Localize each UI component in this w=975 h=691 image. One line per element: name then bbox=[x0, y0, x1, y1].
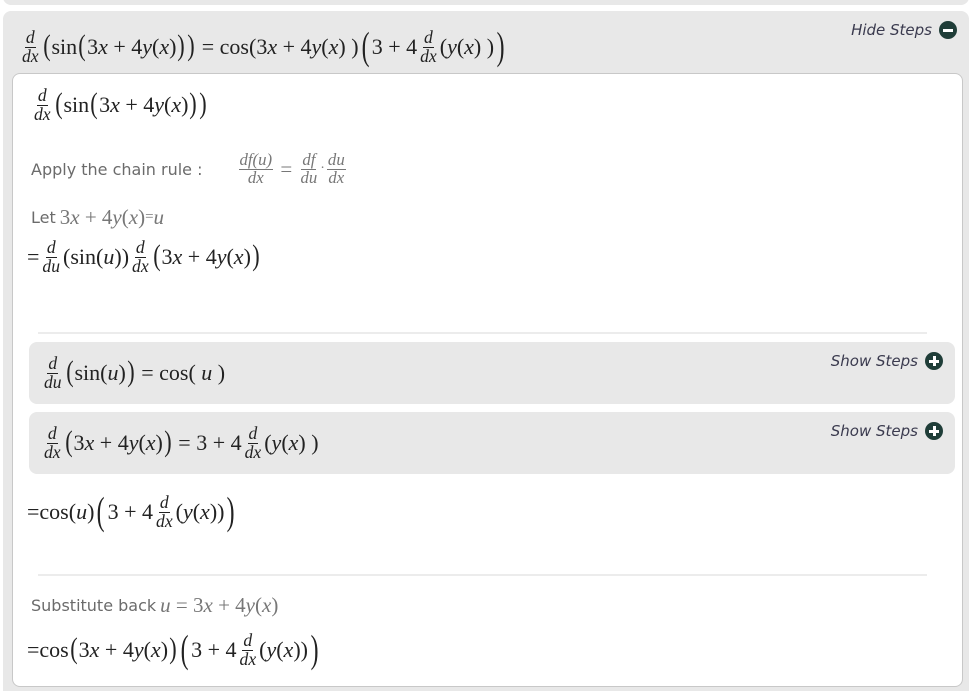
substep-derivative-inner: d dx (3 x + 4 y(x)) = 3 + 4 d dx (y(x) ) Sho… bbox=[29, 412, 955, 474]
chain-rule-label: Apply the chain rule : bbox=[31, 159, 203, 179]
show-steps-button[interactable]: Show Steps bbox=[831, 422, 943, 440]
plus-circle-icon bbox=[925, 422, 943, 440]
previous-step-panel bbox=[3, 0, 969, 5]
start-expression: d dx (sin(3 x + 4 y(x))) bbox=[34, 84, 207, 124]
hide-steps-button[interactable]: Hide Steps bbox=[851, 21, 957, 39]
chain-rule-formula: df(u) dx = df du · du dx bbox=[238, 149, 346, 187]
derivative-operator: d dx bbox=[22, 26, 39, 66]
combined-expression: = cos(u)(3 + 4 d dx (y(x))) bbox=[27, 489, 236, 534]
derivative-operator: d dx bbox=[34, 84, 51, 124]
main-step-header: d dx (sin(3 x + 4 y(x))) = cos(3 x + 4 y(x) )… bbox=[19, 19, 849, 75]
plus-circle-icon bbox=[925, 352, 943, 370]
substep-expression: d dx (3 x + 4 y(x)) = 3 + 4 d dx (y(x) ) bbox=[44, 422, 319, 462]
divider bbox=[38, 574, 927, 576]
substep-derivative-sin: d du (sin(u)) = cos( u ) Show Steps bbox=[29, 342, 955, 404]
chain-rule-line: Apply the chain rule : df(u) dx = df du · … bbox=[31, 146, 348, 192]
final-expression: = cos(3 x + 4 y(x))(3 + 4 d dx (y(x))) bbox=[27, 627, 319, 672]
main-step-panel: d dx (sin(3 x + 4 y(x))) = cos(3 x + 4 y(x) )… bbox=[3, 11, 969, 691]
substep-expression: d du (sin(u)) = cos( u ) bbox=[44, 352, 226, 392]
let-substitution: Let 3x + 4 y(x) = u bbox=[31, 204, 165, 229]
show-steps-button[interactable]: Show Steps bbox=[831, 352, 943, 370]
derivative-operator: d dx bbox=[420, 26, 437, 66]
show-steps-label: Show Steps bbox=[830, 422, 918, 440]
hide-steps-label: Hide Steps bbox=[851, 21, 932, 39]
divider bbox=[38, 332, 927, 334]
substitute-back-line: Substitute back u = 3x + 4 y(x) bbox=[31, 592, 279, 617]
minus-circle-icon bbox=[939, 21, 957, 39]
show-steps-label: Show Steps bbox=[830, 352, 918, 370]
main-step-equation: d dx (sin(3 x + 4 y(x))) = cos(3 x + 4 y(x) )… bbox=[22, 24, 505, 69]
chain-applied-expression: = d du (sin(u)) d dx (3 x + 4 y(x)) bbox=[27, 236, 260, 276]
steps-detail-panel: d dx (sin(3 x + 4 y(x))) Apply the chain ru… bbox=[12, 73, 963, 687]
